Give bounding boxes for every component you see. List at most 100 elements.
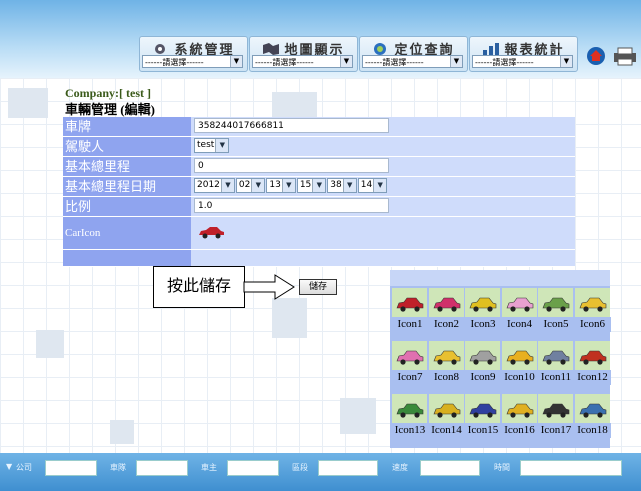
mileage-label: 基本總里程 [63, 157, 191, 176]
footer-segment-field[interactable] [318, 460, 378, 476]
car-icon-label: Icon8 [428, 370, 465, 385]
icon-picker-header [390, 270, 610, 286]
hour-select[interactable]: 15 ▼ [296, 178, 327, 193]
footer-label-segment: 區段 [292, 463, 308, 472]
globe-search-icon [374, 43, 387, 55]
car-icon-label: Icon16 [501, 423, 538, 438]
chevron-down-icon: ▼ [373, 179, 387, 192]
bar-chart-icon [483, 43, 500, 56]
ratio-input[interactable]: 1.0 [194, 198, 389, 213]
car-icon-option[interactable]: Icon18 [574, 394, 611, 438]
car-icon-option[interactable]: Icon6 [574, 288, 611, 332]
car-icon-option[interactable]: Icon15 [465, 394, 501, 438]
car-icon-label: Icon4 [501, 317, 538, 332]
car-icon [396, 297, 424, 312]
car-icon [433, 403, 460, 418]
car-icon-label: Icon18 [574, 423, 611, 438]
menu-map-display[interactable]: 地圖顯示 ------請選擇------ ▼ [249, 36, 358, 72]
menu-select-map[interactable]: ------請選擇------ ▼ [252, 55, 353, 68]
chevron-down-icon: ▼ [312, 179, 326, 192]
month-select[interactable]: 02 ▼ [235, 178, 266, 193]
car-icon-option[interactable]: Icon17 [538, 394, 574, 438]
day-select[interactable]: 13 ▼ [266, 178, 296, 193]
car-icon [579, 403, 606, 418]
save-button[interactable]: 儲存 [299, 279, 337, 295]
car-icon-label: Icon11 [538, 370, 574, 385]
chevron-down-icon: ▼ [230, 56, 242, 67]
car-icon-label: Icon10 [501, 370, 538, 385]
car-icon-option[interactable]: Icon9 [465, 341, 501, 385]
caricon-label: CarIcon [63, 217, 191, 249]
footer-time-field[interactable] [520, 460, 622, 476]
car-icon-option[interactable]: Icon3 [465, 288, 501, 332]
menu-system-management[interactable]: 系統管理 ------請選擇------ ▼ [139, 36, 248, 72]
decor-square [8, 88, 48, 118]
car-icon-option[interactable]: Icon1 [392, 288, 428, 332]
chevron-down-icon: ▼ [220, 179, 234, 192]
menu-select-location[interactable]: ------請選擇------ ▼ [362, 55, 463, 68]
car-icon-label: Icon15 [465, 423, 501, 438]
arrow-right-icon [243, 274, 295, 300]
decor-square [340, 398, 376, 434]
car-icon-option[interactable]: Icon8 [428, 341, 465, 385]
menu-select-system[interactable]: ------請選擇------ ▼ [142, 55, 243, 68]
car-icon [433, 297, 460, 312]
car-icon [433, 350, 460, 365]
car-icon [469, 350, 497, 365]
footer-label-owner: 車主 [201, 463, 217, 472]
car-icon-option[interactable]: Icon14 [428, 394, 465, 438]
footer-label-company: 公司 [16, 463, 32, 472]
car-icon-option[interactable]: Icon16 [501, 394, 538, 438]
date-label: 基本總里程日期 [63, 177, 191, 196]
car-icon-option[interactable]: Icon10 [501, 341, 538, 385]
decor-square [110, 420, 134, 444]
home-icon[interactable] [585, 46, 607, 66]
car-icon-option[interactable]: Icon5 [538, 288, 574, 332]
plate-input[interactable]: 358244017666811 [194, 118, 389, 133]
footer-fleet-field[interactable] [136, 460, 188, 476]
footer-company-field[interactable] [45, 460, 97, 476]
form-row-date: 基本總里程日期 2012 ▼ 02 ▼ 13 ▼ 15 ▼ 38 ▼ 14 ▼ [63, 177, 575, 197]
chevron-down-icon: ▼ [251, 179, 265, 192]
car-icon-label: Icon3 [465, 317, 501, 332]
minute-select[interactable]: 38 ▼ [327, 178, 357, 193]
car-icon [469, 403, 497, 418]
car-icon [506, 350, 533, 365]
page-title: 車輛管理 (編輯) [65, 102, 155, 117]
driver-label: 駕駛人 [63, 137, 191, 156]
car-icon-option[interactable]: Icon12 [574, 341, 611, 385]
menu-select-report[interactable]: ------請選擇------ ▼ [472, 55, 573, 68]
car-icon [506, 297, 533, 312]
chevron-down-icon: ▼ [281, 179, 295, 192]
chevron-down-icon: ▼ [450, 56, 462, 67]
mileage-input[interactable]: 0 [194, 158, 389, 173]
footer-arrow-icon: ▼ [6, 462, 13, 471]
second-select[interactable]: 14 ▼ [357, 178, 388, 193]
footer-owner-field[interactable] [227, 460, 279, 476]
car-icon-option[interactable]: Icon13 [392, 394, 428, 438]
form-row-caricon: CarIcon [63, 217, 575, 250]
car-icon [396, 403, 424, 418]
chevron-down-icon: ▼ [560, 56, 572, 67]
car-icon-option[interactable]: Icon7 [392, 341, 428, 385]
menu-report-statistics[interactable]: 報表統計 ------請選擇------ ▼ [469, 36, 578, 72]
menu-location-query[interactable]: 定位查詢 ------請選擇------ ▼ [359, 36, 468, 72]
car-icon-option[interactable]: Icon11 [538, 341, 574, 385]
driver-select[interactable]: test ▼ [194, 138, 230, 153]
car-icon-option[interactable]: Icon4 [501, 288, 538, 332]
form-row-plate: 車牌 358244017666811 [63, 117, 575, 137]
chevron-down-icon: ▼ [215, 139, 229, 152]
year-select[interactable]: 2012 ▼ [194, 178, 235, 193]
car-icon-picker: Icon1 Icon2 Icon3 Icon4 Icon5 Icon6 Icon7 Icon8… [390, 270, 611, 448]
form-row-driver: 駕駛人 test ▼ [63, 137, 575, 157]
car-icon [506, 403, 533, 418]
printer-icon[interactable] [612, 46, 638, 66]
car-icon [579, 350, 606, 365]
decor-square [272, 298, 307, 338]
ratio-label: 比例 [63, 197, 191, 216]
car-icon [542, 350, 570, 365]
selected-car-icon [199, 227, 224, 239]
vehicle-form: 車牌 358244017666811 駕駛人 test ▼ 基本總里程 0 基本總… [63, 117, 575, 267]
footer-speed-field[interactable] [420, 460, 480, 476]
car-icon-option[interactable]: Icon2 [428, 288, 465, 332]
